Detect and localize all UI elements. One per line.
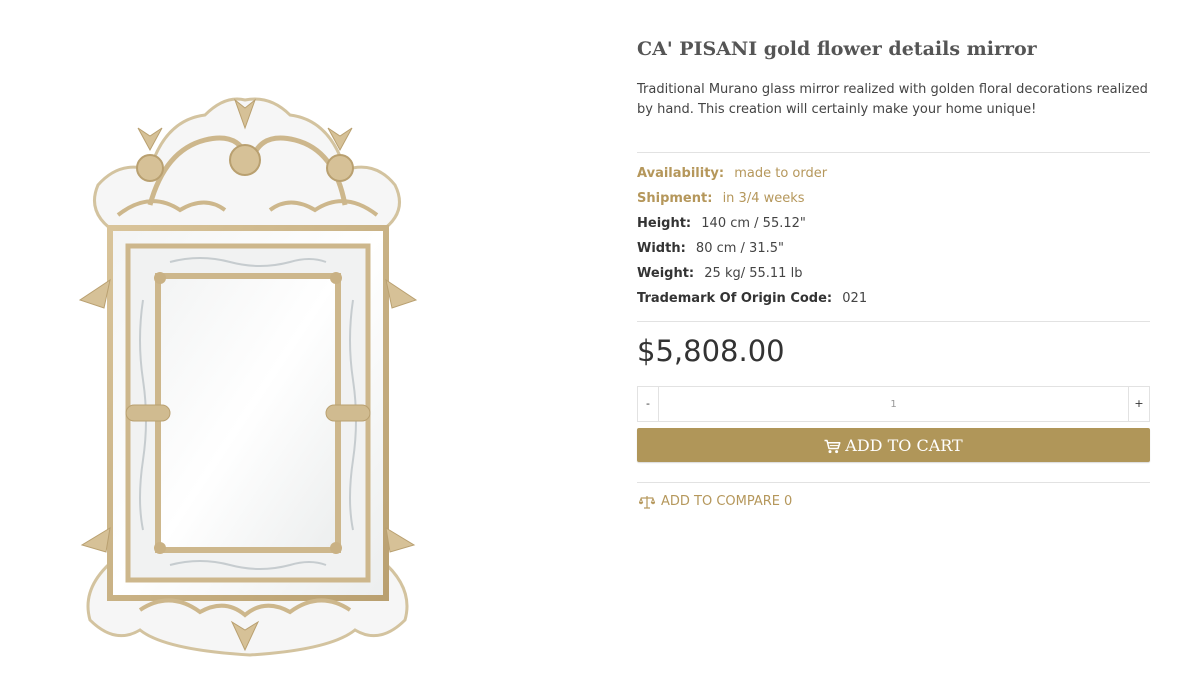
attribute-height: Height: 140 cm / 55.12" [637, 214, 867, 239]
attribute-value: made to order [734, 166, 828, 181]
attribute-availability: Availability: made to order [637, 164, 867, 189]
attribute-width: Width: 80 cm / 31.5" [637, 239, 867, 264]
attribute-weight: Weight: 25 kg/ 55.11 lb [637, 264, 867, 289]
add-to-cart-label: ADD TO CART [845, 435, 963, 455]
quantity-input[interactable] [659, 387, 1128, 421]
attribute-label: Weight: [637, 266, 695, 281]
attribute-origin-code: Trademark Of Origin Code: 021 [637, 289, 867, 314]
divider [637, 152, 1150, 153]
attribute-label: Shipment: [637, 191, 713, 206]
quantity-stepper: - + [637, 386, 1150, 422]
attribute-value: 25 kg/ 55.11 lb [704, 266, 803, 281]
attribute-label: Trademark Of Origin Code: [637, 291, 833, 306]
attribute-label: Width: [637, 241, 686, 256]
attribute-shipment: Shipment: in 3/4 weeks [637, 189, 867, 214]
product-title: CA' PISANI gold flower details mirror [637, 38, 1037, 60]
attribute-value: 021 [842, 291, 868, 306]
product-image[interactable] [0, 0, 600, 681]
divider [637, 482, 1150, 483]
divider [637, 321, 1150, 322]
product-description: Traditional Murano glass mirror realized… [637, 82, 1148, 117]
attribute-label: Height: [637, 216, 692, 231]
scale-icon [639, 495, 655, 509]
cart-icon [824, 439, 841, 453]
add-to-compare-link[interactable]: ADD TO COMPARE 0 [639, 494, 792, 509]
attribute-list: Availability: made to order Shipment: in… [637, 164, 867, 314]
compare-count: 0 [784, 494, 793, 509]
product-price: $5,808.00 [637, 334, 785, 368]
quantity-decrease-button[interactable]: - [638, 387, 659, 421]
murano-mirror-image [78, 97, 418, 657]
attribute-label: Availability: [637, 166, 725, 181]
quantity-increase-button[interactable]: + [1128, 387, 1149, 421]
add-to-compare-label: ADD TO COMPARE [661, 494, 781, 509]
attribute-value: 80 cm / 31.5" [695, 241, 784, 256]
attribute-value: in 3/4 weeks [722, 191, 805, 206]
attribute-value: 140 cm / 55.12" [701, 216, 806, 231]
add-to-cart-button[interactable]: ADD TO CART [637, 428, 1150, 462]
